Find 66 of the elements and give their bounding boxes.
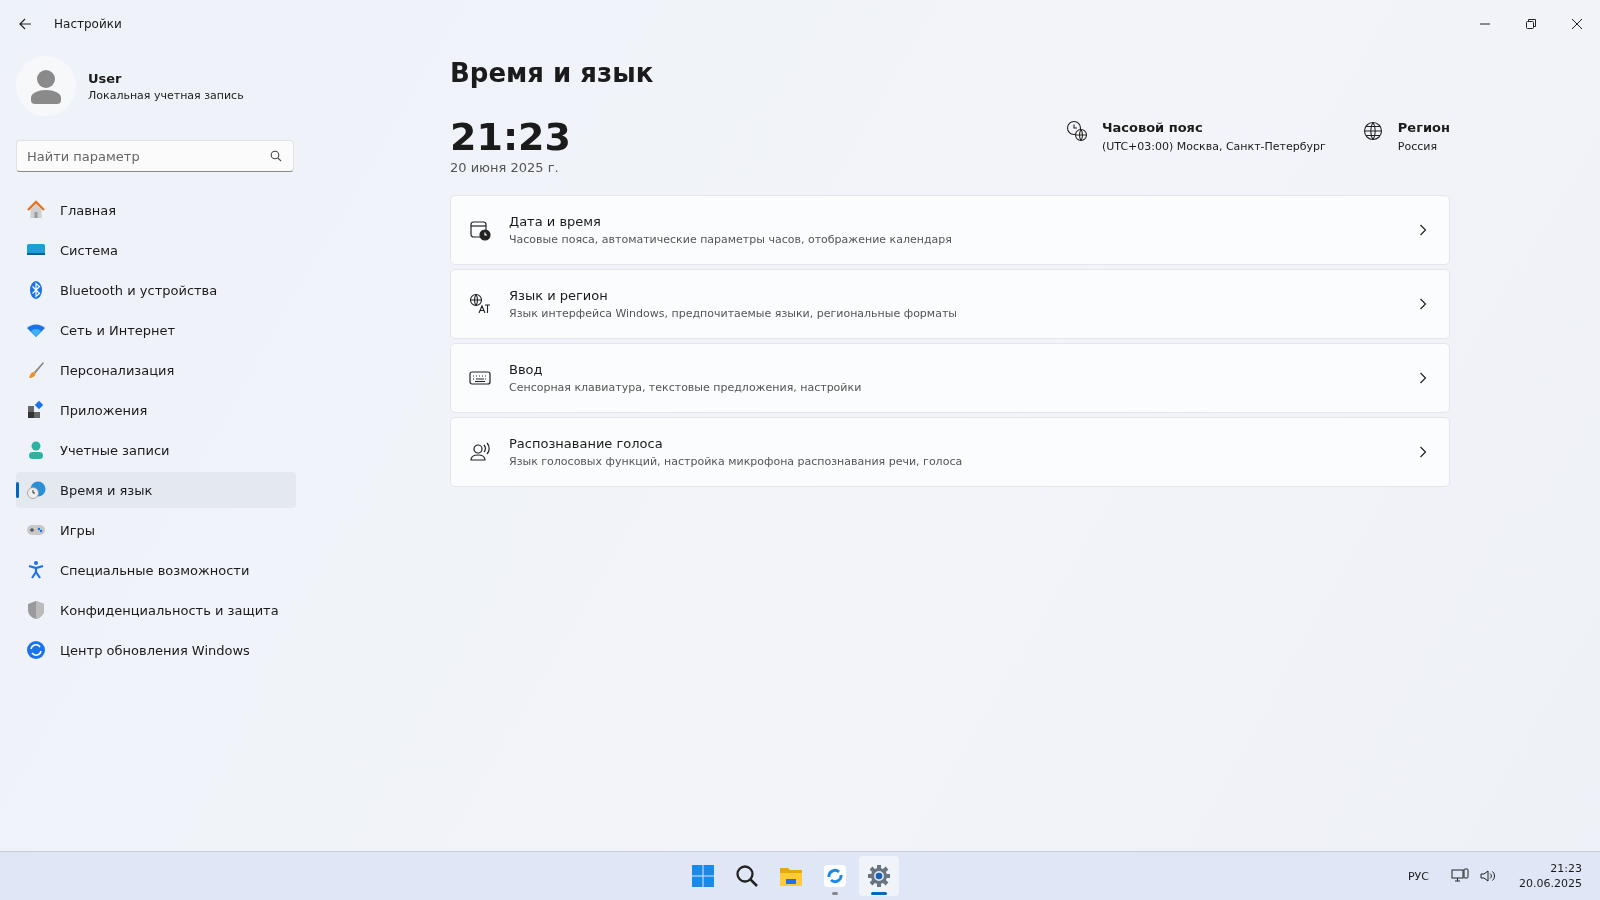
brush-icon <box>26 360 46 380</box>
card-description: Сенсорная клавиатура, текстовые предложения, настройки <box>509 381 863 394</box>
sidebar-item[interactable]: Центр обновления Windows <box>16 632 296 668</box>
accessibility-icon <box>26 560 46 580</box>
card-title: Распознавание голоса <box>509 436 664 451</box>
sidebar-item[interactable]: Приложения <box>16 392 296 428</box>
search-icon[interactable] <box>270 150 282 162</box>
sync-app-icon <box>823 864 847 888</box>
sidebar-item[interactable]: Конфиденциальность и защита <box>16 592 296 628</box>
settings-card[interactable]: Дата и время Часовые пояса, автоматические параметры часов, отображение календаря <box>450 195 1450 265</box>
taskbar-date[interactable]: 20.06.2025 <box>1519 877 1582 890</box>
sidebar-item[interactable]: Специальные возможности <box>16 552 296 588</box>
back-icon[interactable] <box>18 17 32 31</box>
account-type: Локальная учетная запись <box>88 88 244 102</box>
search-field[interactable]: Найти параметр <box>16 140 294 172</box>
search-icon <box>735 864 759 888</box>
sidebar-item[interactable]: Главная <box>16 192 296 228</box>
close-icon[interactable] <box>1571 18 1583 30</box>
sidebar-item[interactable]: Время и язык <box>16 472 296 508</box>
language-icon <box>469 293 491 315</box>
shield-icon <box>26 600 46 620</box>
apps-icon <box>26 400 46 420</box>
sidebar-item[interactable]: Игры <box>16 512 296 548</box>
info-label: Часовой пояс <box>1102 120 1204 135</box>
chevron-right-icon <box>1419 372 1427 384</box>
voice-icon <box>469 441 491 463</box>
windows-logo-icon <box>691 864 715 888</box>
taskbar-time[interactable]: 21:23 <box>1550 862 1582 875</box>
home-icon <box>26 200 46 220</box>
avatar-icon <box>16 56 76 116</box>
calendar-clock-icon <box>469 219 491 241</box>
volume-icon[interactable] <box>1479 868 1497 884</box>
network-icon[interactable] <box>1451 868 1469 884</box>
settings-card[interactable]: Распознавание голоса Язык голосовых функций, настройка микрофона распознавания речи, голоса <box>450 417 1450 487</box>
card-description: Язык голосовых функций, настройка микрофона распознавания речи, голоса <box>509 455 964 468</box>
card-title: Ввод <box>509 362 544 377</box>
info-value: Россия <box>1397 140 1439 153</box>
info-label: Регион <box>1397 120 1450 135</box>
settings-card[interactable]: Язык и регион Язык интерфейса Windows, предпочитаемые языки, региональные форматы <box>450 269 1450 339</box>
sidebar-item[interactable]: Учетные записи <box>16 432 296 468</box>
card-title: Язык и регион <box>509 288 609 303</box>
sidebar-item[interactable]: Персонализация <box>16 352 296 388</box>
sidebar-item[interactable]: Система <box>16 232 296 268</box>
settings-icon <box>867 864 891 888</box>
current-date: 20 июня 2025 г. <box>450 160 560 175</box>
settings-card[interactable]: Ввод Сенсорная клавиатура, текстовые предложения, настройки <box>450 343 1450 413</box>
restore-icon[interactable] <box>1525 18 1537 30</box>
sidebar-item[interactable]: Bluetooth и устройства <box>16 272 296 308</box>
globe-icon <box>1361 120 1384 142</box>
chevron-right-icon <box>1419 224 1427 236</box>
card-description: Часовые пояса, автоматические параметры часов, отображение календаря <box>509 233 953 246</box>
window-title: Настройки <box>54 17 122 31</box>
page-title: Время и язык <box>450 58 655 88</box>
info-value: (UTC+03:00) Москва, Санкт-Петербург <box>1102 140 1326 153</box>
language-indicator[interactable]: РУС <box>1408 869 1429 883</box>
chevron-right-icon <box>1419 298 1427 310</box>
account-name: User <box>88 70 123 86</box>
card-description: Язык интерфейса Windows, предпочитаемые языки, региональные форматы <box>509 307 958 320</box>
sync-icon <box>26 640 46 660</box>
chevron-right-icon <box>1419 446 1427 458</box>
globe-clock-icon <box>26 480 46 500</box>
current-time: 21:23 <box>450 114 571 160</box>
sidebar-item[interactable]: Сеть и Интернет <box>16 312 296 348</box>
card-title: Дата и время <box>509 214 602 229</box>
person-icon <box>26 440 46 460</box>
clock-globe-icon <box>1066 120 1088 142</box>
